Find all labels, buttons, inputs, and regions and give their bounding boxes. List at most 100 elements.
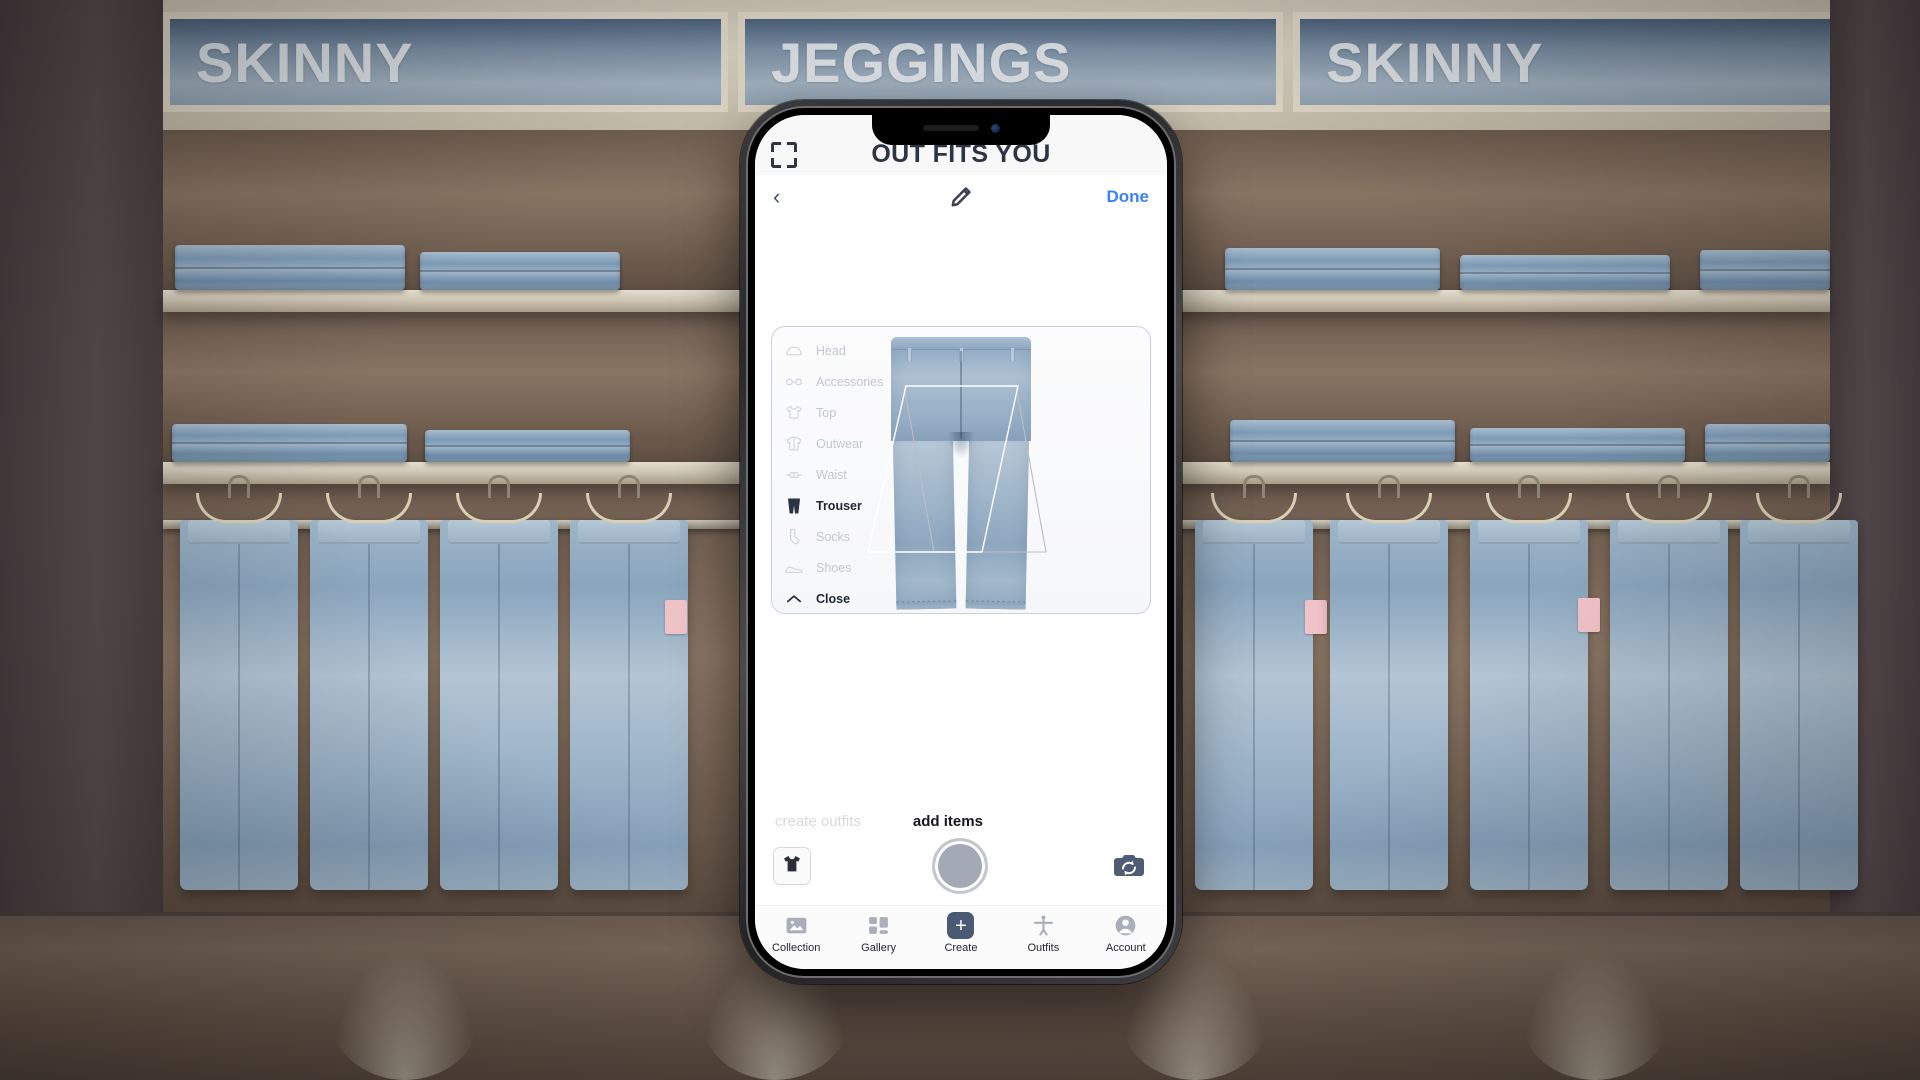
- earpiece-speaker: [922, 125, 979, 131]
- hanging-jeans: [180, 520, 298, 890]
- category-item-accessories[interactable]: Accessories: [772, 366, 947, 397]
- pencil-icon[interactable]: [948, 184, 974, 210]
- hanging-jeans: [440, 520, 558, 890]
- floor-light-reflection: [1520, 950, 1670, 1080]
- editor-toolbar: ‹ Done: [755, 175, 1167, 219]
- hanging-jeans: [1610, 520, 1728, 890]
- tab-label: Account: [1105, 942, 1146, 954]
- tshirt-thumbnail-icon: [781, 853, 803, 880]
- category-label: Waist: [816, 467, 847, 482]
- tab-outfits[interactable]: Outfits: [1007, 912, 1079, 954]
- jeans-stack: [172, 424, 407, 462]
- plus-icon-wrapper: +: [947, 912, 975, 939]
- done-button[interactable]: Done: [1107, 187, 1150, 207]
- hanging-jeans: [1470, 520, 1588, 890]
- plus-icon: +: [947, 912, 975, 939]
- hanging-jeans: [1740, 520, 1858, 890]
- camera-controls: [773, 835, 1149, 897]
- shoe-icon: [784, 558, 804, 578]
- phone-mockup: OUT FITS YOU ‹ Done Head Accessories Top…: [740, 100, 1182, 984]
- tab-gallery[interactable]: Gallery: [843, 912, 915, 954]
- category-item-head[interactable]: Head: [772, 335, 947, 366]
- store-sign-jeggings: JEGGINGS: [738, 12, 1283, 112]
- phone-notch: [872, 115, 1050, 145]
- camera-flip-button[interactable]: [1109, 850, 1149, 882]
- jeans-stack: [1230, 420, 1455, 462]
- glasses-icon: [784, 372, 804, 392]
- belt-icon: [784, 465, 804, 485]
- category-list: Head Accessories Top Outwear Waist Trous…: [772, 335, 947, 613]
- jeans-stack: [1700, 250, 1830, 290]
- jeans-fly-seam: [960, 351, 962, 439]
- store-sign-label: SKINNY: [196, 30, 414, 94]
- price-tag: [1578, 598, 1600, 632]
- picker-close-button[interactable]: Close: [772, 583, 947, 613]
- category-label: Outwear: [816, 436, 864, 451]
- jeans-stack: [1705, 424, 1830, 462]
- store-sign-label: SKINNY: [1326, 30, 1544, 94]
- hanging-jeans: [1330, 520, 1448, 890]
- tab-label: Create: [944, 942, 978, 954]
- hat-icon: [784, 341, 804, 361]
- category-label: Accessories: [816, 374, 884, 389]
- category-item-socks[interactable]: Socks: [772, 521, 947, 552]
- back-button[interactable]: ‹: [773, 186, 801, 208]
- hanging-jeans: [570, 520, 688, 890]
- phone-screen: OUT FITS YOU ‹ Done Head Accessories Top…: [755, 115, 1167, 969]
- image-icon: [784, 912, 809, 939]
- category-item-waist[interactable]: Waist: [772, 459, 947, 490]
- category-picker-card: Head Accessories Top Outwear Waist Trous…: [771, 326, 1151, 614]
- category-label: Shoes: [816, 560, 852, 575]
- jeans-stack: [420, 252, 620, 290]
- price-tag: [1305, 600, 1327, 634]
- tab-label: Gallery: [861, 942, 896, 954]
- store-sign-skinny-left: SKINNY: [163, 12, 728, 112]
- category-label: Trouser: [816, 498, 862, 513]
- tab-collection[interactable]: Collection: [760, 912, 832, 954]
- picker-close-label: Close: [816, 591, 851, 606]
- category-label: Head: [816, 343, 846, 358]
- tab-label: Collection: [772, 942, 821, 954]
- tab-create[interactable]: + Create: [925, 912, 997, 954]
- sock-icon: [784, 527, 804, 547]
- mode-add-items[interactable]: add items: [913, 813, 983, 830]
- store-sign-label: JEGGINGS: [771, 30, 1072, 94]
- category-item-trouser[interactable]: Trouser: [772, 490, 947, 521]
- price-tag: [665, 600, 687, 634]
- belt-loop: [1010, 348, 1015, 361]
- camera-shutter-button[interactable]: [932, 838, 988, 894]
- jeans-crotch-shadow: [948, 432, 974, 458]
- mode-create-outfits[interactable]: create outfits: [775, 813, 861, 830]
- camera-action-area: create outfits add items: [755, 807, 1167, 905]
- store-sign-skinny-right: SKINNY: [1293, 12, 1838, 112]
- jacket-icon: [784, 434, 804, 454]
- category-item-shoes[interactable]: Shoes: [772, 552, 947, 583]
- editor-canvas: Head Accessories Top Outwear Waist Trous…: [755, 219, 1167, 807]
- hanging-jeans: [1195, 520, 1313, 890]
- jeans-stack: [175, 245, 405, 290]
- bottom-tab-bar: Collection Gallery + Create Outfits Acco…: [755, 905, 1167, 969]
- capture-mode-switch: create outfits add items: [773, 807, 1149, 835]
- account-icon: [1113, 912, 1138, 939]
- gallery-thumbnail-button[interactable]: [773, 847, 811, 885]
- chevron-up-icon: [784, 589, 804, 609]
- front-camera: [990, 123, 1000, 133]
- category-item-outwear[interactable]: Outwear: [772, 428, 947, 459]
- category-label: Top: [816, 405, 837, 420]
- jeans-stack: [1460, 255, 1670, 290]
- trousers-icon: [784, 496, 804, 516]
- jeans-stack: [1225, 248, 1440, 290]
- jeans-stack: [1470, 428, 1685, 462]
- tab-label: Outfits: [1027, 942, 1060, 954]
- category-label: Socks: [816, 529, 851, 544]
- grid-icon: [866, 912, 891, 939]
- tab-account[interactable]: Account: [1090, 912, 1162, 954]
- floor-light-reflection: [330, 950, 480, 1080]
- category-item-top[interactable]: Top: [772, 397, 947, 428]
- person-icon: [1031, 912, 1056, 939]
- camera-flip-icon: [1114, 855, 1144, 876]
- hanging-jeans: [310, 520, 428, 890]
- tshirt-icon: [784, 403, 804, 423]
- jeans-stack: [425, 430, 630, 462]
- phone-bezel: OUT FITS YOU ‹ Done Head Accessories Top…: [746, 106, 1176, 978]
